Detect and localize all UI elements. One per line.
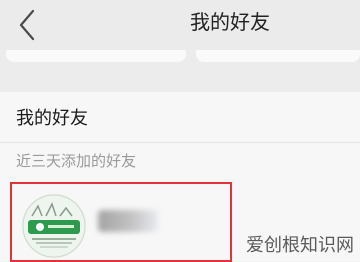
card-left[interactable]	[6, 50, 186, 62]
friends-section: 我的好友 近三天添加的好友 爱创根知识网	[0, 92, 360, 262]
section-title: 我的好友	[16, 108, 88, 129]
cards-strip	[0, 50, 360, 92]
divider	[0, 142, 360, 143]
avatar-image	[22, 194, 86, 258]
friend-avatar[interactable]	[22, 194, 86, 258]
back-button[interactable]	[10, 8, 44, 42]
friend-list-item[interactable]	[10, 182, 232, 262]
card-right[interactable]	[196, 50, 360, 62]
header-bar: 我的好友	[0, 0, 360, 50]
page-title: 我的好友	[190, 10, 270, 34]
recent-friends-label: 近三天添加的好友	[16, 152, 137, 170]
watermark: 爱创根知识网	[246, 235, 354, 256]
friend-name-blurred	[98, 210, 158, 232]
chevron-left-icon	[19, 9, 35, 41]
